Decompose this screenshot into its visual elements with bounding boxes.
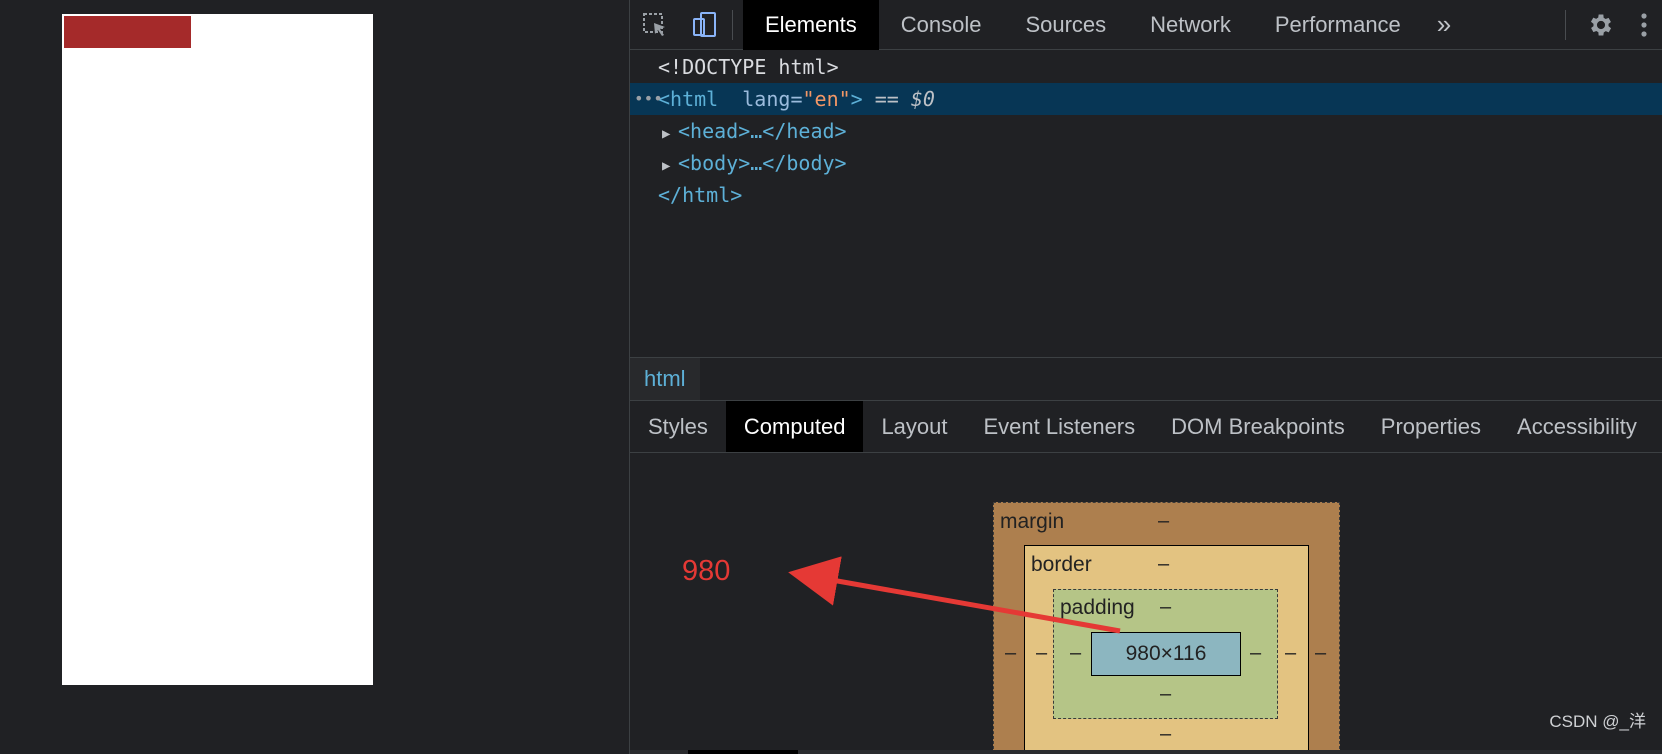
dom-tree: <!DOCTYPE html> ••• <html lang="en"> == … [630, 51, 1662, 357]
dom-node-html-close[interactable]: </html> [630, 179, 1662, 211]
tab-performance[interactable]: Performance [1253, 0, 1423, 50]
dom-node-doctype[interactable]: <!DOCTYPE html> [630, 51, 1662, 83]
devtools-toolbar: Elements Console Sources Network Perform… [630, 0, 1662, 50]
tab-accessibility[interactable]: Accessibility [1499, 401, 1655, 452]
tab-event-listeners[interactable]: Event Listeners [966, 401, 1154, 452]
padding-top-value[interactable]: – [1160, 596, 1171, 619]
border-left-value[interactable]: – [1036, 642, 1047, 665]
device-toolbar-icon[interactable] [680, 0, 730, 50]
border-right-value[interactable]: – [1285, 642, 1296, 665]
toolbar-divider [732, 9, 733, 40]
breadcrumb-html[interactable]: html [630, 358, 700, 400]
watermark: CSDN @_洋 [1549, 712, 1646, 731]
margin-left-value[interactable]: – [1005, 642, 1016, 665]
padding-left-value[interactable]: – [1070, 642, 1081, 665]
sidebar-tabs: Styles Computed Layout Event Listeners D… [630, 401, 1662, 453]
tab-styles[interactable]: Styles [630, 401, 726, 452]
breadcrumb: html [630, 357, 1662, 401]
padding-right-value[interactable]: – [1250, 642, 1261, 665]
tab-console[interactable]: Console [879, 0, 1004, 50]
tab-properties[interactable]: Properties [1363, 401, 1499, 452]
margin-label: margin [1000, 510, 1065, 533]
tab-dom-breakpoints[interactable]: DOM Breakpoints [1153, 401, 1363, 452]
page-viewport [0, 0, 629, 754]
red-box-element[interactable] [64, 16, 191, 48]
tab-elements[interactable]: Elements [743, 0, 879, 50]
toolbar-divider [1565, 9, 1566, 40]
dom-node-head[interactable]: ▶ <head>…</head> [630, 115, 1662, 147]
expand-triangle-icon[interactable]: ▶ [662, 118, 678, 150]
inspect-element-icon[interactable] [630, 0, 680, 50]
border-bottom-value[interactable]: – [1160, 723, 1171, 746]
kebab-menu-icon[interactable] [1626, 0, 1662, 50]
expand-triangle-icon[interactable]: ▶ [662, 150, 678, 182]
tab-network[interactable]: Network [1128, 0, 1253, 50]
tab-computed[interactable]: Computed [725, 401, 864, 452]
padding-bottom-value[interactable]: – [1160, 683, 1171, 706]
annotation-980: 980 [682, 555, 731, 587]
tab-layout[interactable]: Layout [863, 401, 965, 452]
more-tabs-icon[interactable]: » [1423, 0, 1465, 50]
gear-icon[interactable] [1576, 0, 1626, 50]
devtools-panel: Elements Console Sources Network Perform… [629, 0, 1662, 754]
dom-node-html-selected[interactable]: ••• <html lang="en"> == $0 [630, 83, 1662, 115]
padding-label: padding [1060, 596, 1135, 619]
margin-top-value[interactable]: – [1158, 510, 1169, 533]
computed-pane: 980×116 margin – border – padding – – – … [630, 453, 1662, 754]
dom-node-body[interactable]: ▶ <body>…</body> [630, 147, 1662, 179]
rendered-page [62, 14, 373, 685]
border-top-value[interactable]: – [1158, 553, 1169, 576]
margin-right-value[interactable]: – [1315, 642, 1326, 665]
scrollbar-thumb[interactable] [688, 750, 798, 754]
node-actions-icon[interactable]: ••• [634, 83, 663, 115]
box-model-content[interactable]: 980×116 [1091, 632, 1241, 676]
screen: Elements Console Sources Network Perform… [0, 0, 1662, 754]
border-label: border [1031, 553, 1092, 576]
scrollbar[interactable] [630, 750, 1662, 754]
tab-sources[interactable]: Sources [1003, 0, 1128, 50]
